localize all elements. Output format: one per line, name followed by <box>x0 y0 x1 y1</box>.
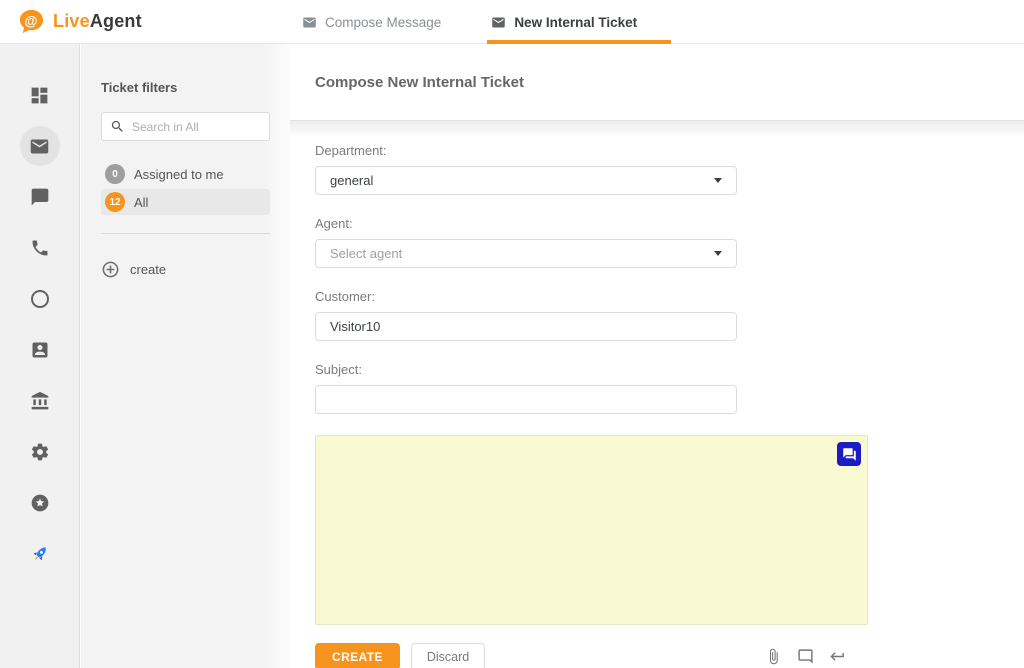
attach-file-button[interactable] <box>765 648 782 665</box>
return-button[interactable] <box>829 648 846 665</box>
sidebar-item-settings[interactable] <box>28 440 52 464</box>
message-area-wrap <box>315 435 868 625</box>
bank-building-icon <box>30 391 50 411</box>
subject-input[interactable] <box>315 385 737 414</box>
ticket-filters-title: Ticket filters <box>101 80 270 95</box>
message-textarea[interactable] <box>315 435 868 625</box>
agent-field-group: Agent: Select agent <box>315 216 737 268</box>
main-titlebar: Compose New Internal Ticket <box>290 44 1024 121</box>
contact-card-icon <box>30 340 50 360</box>
sidebar-item-billing[interactable] <box>28 389 52 413</box>
chevron-down-icon <box>714 251 722 256</box>
search-icon <box>110 119 125 134</box>
filter-label: All <box>134 195 148 210</box>
panel-divider <box>101 233 270 234</box>
liveagent-bubble-at-icon: @ <box>18 8 45 35</box>
top-header: @ LiveAgent Compose Message New Internal… <box>0 0 1024 44</box>
ticket-filters-panel: Ticket filters 0 Assigned to me 12 All c… <box>81 44 290 668</box>
nav-icon-rail <box>0 44 80 668</box>
dashboard-icon <box>29 85 50 106</box>
discard-button[interactable]: Discard <box>411 643 485 668</box>
brand-name: LiveAgent <box>53 11 142 32</box>
sidebar-item-addons[interactable] <box>28 491 52 515</box>
tab-compose-message[interactable]: Compose Message <box>300 0 443 44</box>
customer-field-group: Customer: <box>315 289 737 341</box>
tab-new-internal-ticket[interactable]: New Internal Ticket <box>489 0 639 44</box>
create-filter-button[interactable]: create <box>101 260 270 279</box>
filter-list: 0 Assigned to me 12 All <box>101 161 270 215</box>
plus-circle-icon <box>101 260 120 279</box>
envelope-icon <box>302 15 317 30</box>
count-badge: 12 <box>105 192 125 212</box>
department-field-group: Department: general <box>315 143 737 195</box>
sidebar-item-tickets[interactable] <box>20 126 60 166</box>
phone-icon <box>30 238 50 258</box>
return-arrow-icon <box>829 648 846 665</box>
envelope-icon <box>491 15 506 30</box>
customer-label: Customer: <box>315 289 737 304</box>
filter-assigned-to-me[interactable]: 0 Assigned to me <box>101 161 270 187</box>
rocket-icon <box>29 543 51 565</box>
sidebar-item-chats[interactable] <box>28 185 52 209</box>
sidebar-item-contacts[interactable] <box>28 338 52 362</box>
paperclip-icon <box>765 648 782 665</box>
customer-input[interactable] <box>315 312 737 341</box>
sidebar-item-online-visitors[interactable] <box>28 287 52 311</box>
filter-all[interactable]: 12 All <box>101 189 270 215</box>
chat-bubble-icon <box>30 187 50 207</box>
agent-placeholder: Select agent <box>330 246 402 261</box>
count-badge: 0 <box>105 164 125 184</box>
scroll-shadow <box>290 121 1024 137</box>
ticket-search-box[interactable] <box>101 112 270 141</box>
gear-icon <box>30 442 50 462</box>
comment-outline-icon <box>797 648 814 665</box>
forum-toggle-button[interactable] <box>837 442 861 466</box>
liveagent-logo[interactable]: @ LiveAgent <box>18 8 142 35</box>
chevron-down-icon <box>714 178 722 183</box>
form-action-row: CREATE Discard <box>315 643 868 668</box>
internal-ticket-form: Department: general Agent: Select agent … <box>290 137 1024 668</box>
svg-text:@: @ <box>24 13 37 28</box>
department-value: general <box>330 173 373 188</box>
tab-label: Compose Message <box>325 15 441 30</box>
message-tool-icons <box>765 648 846 665</box>
subject-field-group: Subject: <box>315 362 737 414</box>
star-circle-icon <box>30 493 50 513</box>
create-button[interactable]: CREATE <box>315 643 400 668</box>
forum-chat-icon <box>842 447 857 462</box>
page-title: Compose New Internal Ticket <box>315 74 524 91</box>
sidebar-item-calls[interactable] <box>28 236 52 260</box>
comment-button[interactable] <box>797 648 814 665</box>
subject-label: Subject: <box>315 362 737 377</box>
tab-label: New Internal Ticket <box>514 15 637 30</box>
department-label: Department: <box>315 143 737 158</box>
main-content: Compose New Internal Ticket Department: … <box>290 44 1024 668</box>
agent-label: Agent: <box>315 216 737 231</box>
sidebar-item-upgrade[interactable] <box>28 542 52 566</box>
agent-select[interactable]: Select agent <box>315 239 737 268</box>
search-input[interactable] <box>132 120 261 134</box>
sidebar-item-dashboard[interactable] <box>28 83 52 107</box>
envelope-icon <box>29 136 50 157</box>
department-select[interactable]: general <box>315 166 737 195</box>
filter-label: Assigned to me <box>134 167 224 182</box>
create-label: create <box>130 262 166 277</box>
ring-icon <box>31 290 49 308</box>
liveagent-app: @ LiveAgent Compose Message New Internal… <box>0 0 1024 668</box>
compose-tabs: Compose Message New Internal Ticket <box>300 0 639 44</box>
